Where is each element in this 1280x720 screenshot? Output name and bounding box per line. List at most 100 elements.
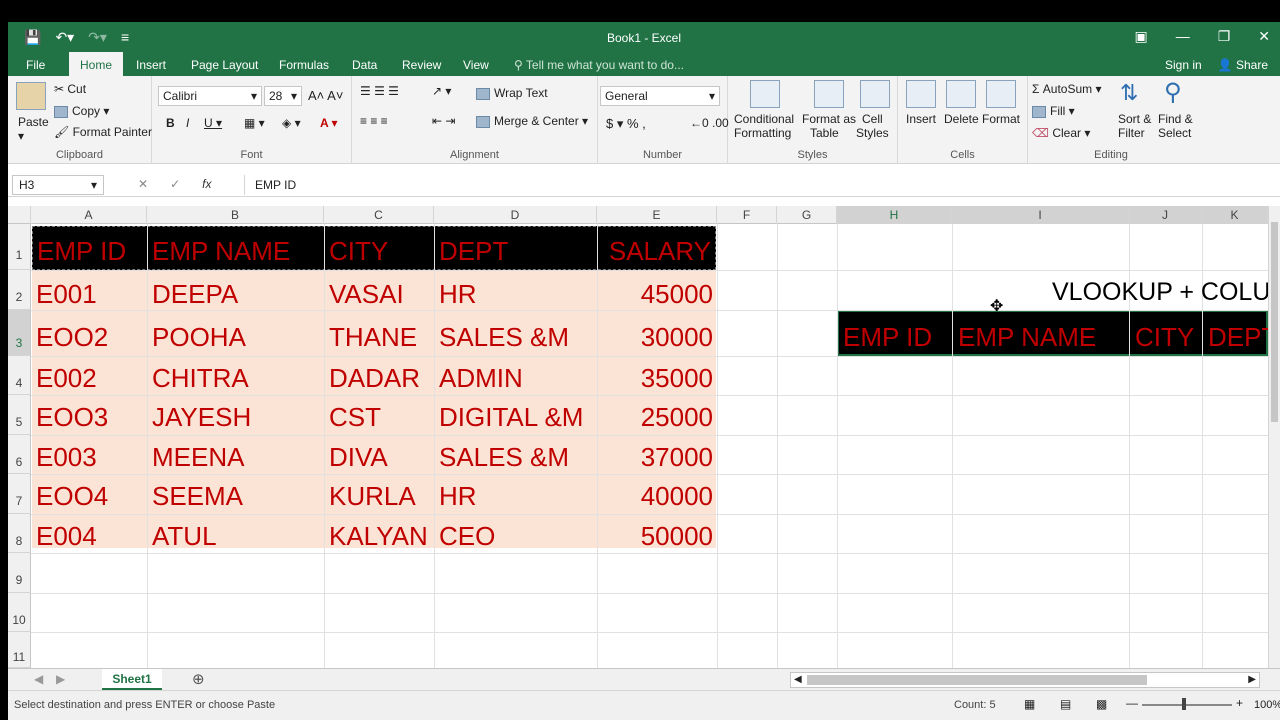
select-all-corner[interactable] bbox=[8, 206, 31, 224]
table-cell[interactable]: EOO3 bbox=[36, 404, 108, 430]
conditional-formatting-icon[interactable] bbox=[750, 80, 780, 108]
format-as-table-icon[interactable] bbox=[814, 80, 844, 108]
tab-scroll-left-icon[interactable]: ◀ bbox=[34, 672, 43, 686]
tab-formulas[interactable]: Formulas bbox=[279, 58, 329, 72]
find-select-icon[interactable]: ⚲ bbox=[1164, 78, 1182, 107]
font-name-combo[interactable]: Calibri ▾ bbox=[158, 86, 262, 106]
table-cell[interactable]: MEENA bbox=[152, 444, 244, 470]
table-cell[interactable]: E001 bbox=[36, 281, 97, 307]
row-header-5[interactable]: 5 bbox=[8, 395, 31, 435]
lookup-header-cell[interactable]: DEPT bbox=[1208, 324, 1268, 350]
autosum-button[interactable]: Σ AutoSum ▾ bbox=[1032, 82, 1101, 96]
signin-link[interactable]: Sign in bbox=[1165, 58, 1202, 72]
normal-view-icon[interactable]: ▦ bbox=[1024, 697, 1035, 711]
table-cell[interactable]: ATUL bbox=[152, 523, 217, 549]
minimize-icon[interactable]: — bbox=[1176, 28, 1190, 45]
row-header-2[interactable]: 2 bbox=[8, 270, 31, 310]
table-cell[interactable]: HR bbox=[439, 281, 477, 307]
conditional-formatting-button-2[interactable]: Formatting bbox=[734, 126, 791, 140]
lookup-header-cell[interactable]: EMP ID bbox=[843, 324, 932, 350]
table-header-cell[interactable]: CITY bbox=[329, 238, 388, 264]
zoom-level[interactable]: 100% bbox=[1254, 699, 1280, 711]
table-cell[interactable]: CHITRA bbox=[152, 365, 249, 391]
table-cell[interactable]: 40000 bbox=[597, 483, 713, 509]
share-button[interactable]: 👤 Share bbox=[1218, 58, 1268, 72]
tab-view[interactable]: View bbox=[463, 58, 489, 72]
cut-button[interactable]: ✂ Cut bbox=[54, 82, 86, 96]
table-cell[interactable]: DIVA bbox=[329, 444, 388, 470]
horizontal-scrollbar[interactable]: ◀ ▶ bbox=[790, 672, 1260, 688]
tab-review[interactable]: Review bbox=[402, 58, 441, 72]
column-header-k[interactable]: K bbox=[1202, 206, 1268, 224]
paste-dropdown-icon[interactable]: ▾ bbox=[18, 129, 24, 143]
table-cell[interactable]: SALES &M bbox=[439, 324, 569, 350]
lookup-title-cell[interactable]: VLOOKUP + COLU bbox=[1052, 278, 1268, 307]
paste-icon[interactable] bbox=[16, 82, 46, 110]
cell-styles-icon[interactable] bbox=[860, 80, 890, 108]
row-header-7[interactable]: 7 bbox=[8, 474, 31, 514]
insert-cells-icon[interactable] bbox=[906, 80, 936, 108]
font-color-icon[interactable]: A ▾ bbox=[320, 116, 338, 130]
row-header-1[interactable]: 1 bbox=[8, 224, 31, 270]
table-cell[interactable]: THANE bbox=[329, 324, 417, 350]
copy-button[interactable]: Copy ▾ bbox=[54, 104, 109, 118]
fill-button[interactable]: Fill ▾ bbox=[1032, 104, 1075, 118]
tab-data[interactable]: Data bbox=[352, 58, 377, 72]
insert-function-icon[interactable]: fx bbox=[202, 177, 211, 191]
table-cell[interactable]: SEEMA bbox=[152, 483, 243, 509]
table-header-cell[interactable]: SALARY bbox=[597, 238, 711, 264]
conditional-formatting-button[interactable]: Conditional bbox=[734, 112, 794, 126]
table-cell[interactable]: 35000 bbox=[597, 365, 713, 391]
orientation-icon[interactable]: ↗ ▾ bbox=[432, 84, 451, 98]
cell-styles-button[interactable]: Cell bbox=[862, 112, 883, 126]
table-cell[interactable]: 50000 bbox=[597, 523, 713, 549]
name-box[interactable]: H3 ▾ bbox=[12, 175, 104, 195]
bold-button[interactable]: B bbox=[166, 116, 175, 130]
currency-icon[interactable]: $ ▾ % , bbox=[606, 116, 646, 132]
clear-button[interactable]: ⌫ Clear ▾ bbox=[1032, 126, 1090, 140]
grow-font-icon[interactable]: A˄ A˅ bbox=[308, 88, 343, 103]
tab-file[interactable]: File bbox=[26, 58, 45, 72]
table-cell[interactable]: 45000 bbox=[597, 281, 713, 307]
row-header-10[interactable]: 10 bbox=[8, 593, 31, 632]
column-header-h[interactable]: H bbox=[837, 206, 952, 224]
borders-icon[interactable]: ▦ ▾ bbox=[244, 116, 265, 130]
table-cell[interactable]: E003 bbox=[36, 444, 97, 470]
sort-filter-button[interactable]: Sort & bbox=[1118, 112, 1151, 126]
row-header-8[interactable]: 8 bbox=[8, 514, 31, 553]
column-header-b[interactable]: B bbox=[147, 206, 324, 224]
column-header-e[interactable]: E bbox=[597, 206, 717, 224]
format-cells-button[interactable]: Format bbox=[982, 112, 1020, 126]
column-header-d[interactable]: D bbox=[434, 206, 597, 224]
vertical-scrollbar[interactable] bbox=[1268, 206, 1280, 668]
ribbon-display-icon[interactable]: ▣ bbox=[1134, 28, 1147, 45]
lookup-header-cell[interactable]: CITY bbox=[1135, 324, 1194, 350]
cell-styles-button-2[interactable]: Styles bbox=[856, 126, 889, 140]
underline-button[interactable]: U ▾ bbox=[204, 116, 222, 130]
table-cell[interactable]: DIGITAL &M bbox=[439, 404, 583, 430]
table-cell[interactable]: DEEPA bbox=[152, 281, 238, 307]
paste-button[interactable]: Paste bbox=[18, 115, 49, 129]
merge-center-button[interactable]: Merge & Center ▾ bbox=[476, 114, 588, 128]
column-header-a[interactable]: A bbox=[31, 206, 147, 224]
table-cell[interactable]: EOO2 bbox=[36, 324, 108, 350]
scroll-thumb[interactable] bbox=[1271, 222, 1278, 422]
column-header-c[interactable]: C bbox=[324, 206, 434, 224]
table-cell[interactable]: CEO bbox=[439, 523, 495, 549]
sort-filter-button-2[interactable]: Filter bbox=[1118, 126, 1145, 140]
table-cell[interactable]: EOO4 bbox=[36, 483, 108, 509]
table-cell[interactable]: 25000 bbox=[597, 404, 713, 430]
column-header-i[interactable]: I bbox=[952, 206, 1129, 224]
add-sheet-icon[interactable]: ⊕ bbox=[192, 670, 205, 688]
fill-color-icon[interactable]: ◈ ▾ bbox=[282, 116, 301, 130]
close-icon[interactable]: ✕ bbox=[1258, 28, 1270, 45]
italic-button[interactable]: I bbox=[186, 116, 189, 130]
tab-page-layout[interactable]: Page Layout bbox=[191, 58, 258, 72]
table-header-cell[interactable]: DEPT bbox=[439, 238, 508, 264]
table-cell[interactable]: KALYAN bbox=[329, 523, 428, 549]
row-header-11[interactable]: 11 bbox=[8, 632, 31, 668]
delete-cells-icon[interactable] bbox=[946, 80, 976, 108]
format-as-table-button[interactable]: Format as bbox=[802, 112, 856, 126]
formula-input[interactable]: EMP ID bbox=[244, 175, 1280, 195]
table-cell[interactable]: E004 bbox=[36, 523, 97, 549]
